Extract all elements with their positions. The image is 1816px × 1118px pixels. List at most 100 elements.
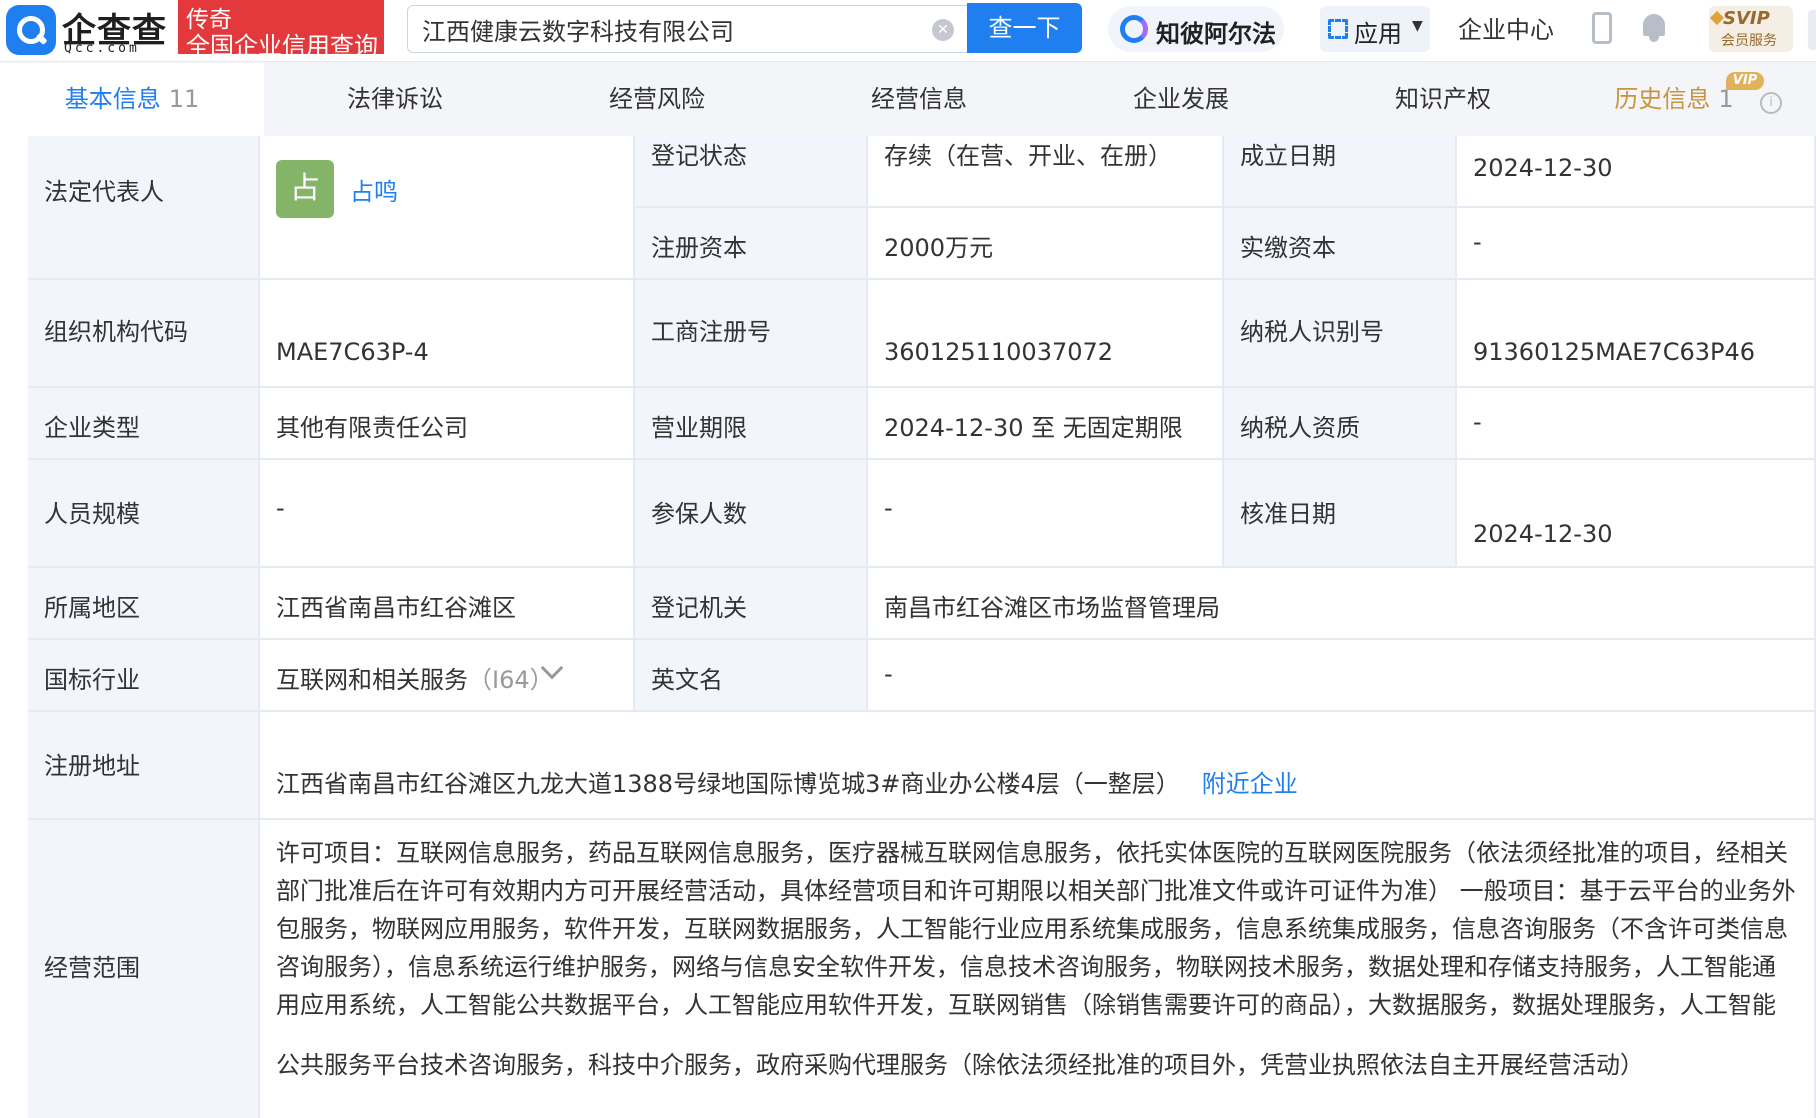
svip-button[interactable]: SVIP 会员服务 (1709, 6, 1793, 52)
avatar[interactable]: 占 (276, 160, 334, 218)
company-type-value: 其他有限责任公司 (276, 414, 468, 442)
value-cell: - (1457, 388, 1816, 460)
approve-date-value: 2024-12-30 (1473, 520, 1613, 548)
value-cell: 2000万元 (868, 208, 1224, 280)
legal-rep-name-link[interactable]: 占鸣 (350, 172, 398, 207)
value-cell: 2024-12-30 (1457, 460, 1816, 568)
reg-status-label: 登记状态 (651, 142, 747, 170)
tab-legal-litigation[interactable]: 法律诉讼 (264, 63, 526, 136)
value-cell: 许可项目：互联网信息服务，药品互联网信息服务，医疗器械互联网信息服务，依托实体医… (260, 820, 1816, 1118)
value-cell: 360125110037072 (868, 280, 1224, 388)
label-cell: 组织机构代码 (28, 280, 260, 388)
notification-bell-icon[interactable] (1641, 12, 1667, 42)
address-value: 江西省南昌市红谷滩区九龙大道1388号绿地国际博览城3#商业办公楼4层（一整层）… (276, 770, 1298, 798)
label-cell: 登记机关 (635, 568, 868, 640)
biz-term-label: 营业期限 (651, 414, 747, 442)
basic-info-panel: 法定代表人 占 占鸣 登记状态 存续（在营、开业、在册） 成立日期 2024-1… (0, 136, 1816, 1118)
tab-business-risk[interactable]: 经营风险 (526, 63, 788, 136)
mobile-app-icon[interactable] (1592, 12, 1612, 44)
staff-size-label: 人员规模 (44, 500, 140, 528)
business-scope-text: 许可项目：互联网信息服务，药品互联网信息服务，医疗器械互联网信息服务，依托实体医… (276, 834, 1800, 1084)
crown-icon (1709, 10, 1725, 26)
logo-subtext: Qcc.com (64, 41, 140, 56)
label-cell: 纳税人资质 (1224, 388, 1457, 460)
biz-reg-no-label: 工商注册号 (651, 318, 771, 346)
value-cell: 存续（在营、开业、在册） (868, 136, 1224, 208)
label-cell: 注册资本 (635, 208, 868, 280)
value-cell: 91360125MAE7C63P46 (1457, 280, 1816, 388)
industry-code: （I64） (468, 666, 554, 694)
tab-label: 基本信息 (64, 85, 161, 113)
svip-subtitle: 会员服务 (1721, 33, 1777, 49)
address-label: 注册地址 (44, 752, 140, 780)
promo-badge[interactable]: 传奇 全国企业信用查询 (178, 0, 384, 60)
tax-qual-value: - (1473, 408, 1482, 436)
svip-title: SVIP (1723, 8, 1770, 29)
enterprise-center-link[interactable]: 企业中心 (1458, 10, 1554, 45)
info-icon[interactable]: i (1760, 92, 1782, 114)
region-value: 江西省南昌市红谷滩区 (276, 594, 516, 622)
tax-id-value[interactable]: 91360125MAE7C63P46 (1473, 338, 1755, 366)
label-cell: 注册地址 (28, 712, 260, 820)
label-cell: 人员规模 (28, 460, 260, 568)
industry-dropdown[interactable]: 互联网和相关服务（I64） (260, 640, 635, 712)
label-cell: 国标行业 (28, 640, 260, 712)
scope-line: 许可项目：互联网信息服务，药品互联网信息服务，医疗器械互联网信息服务，依托实体医… (276, 839, 1788, 867)
tab-development[interactable]: 企业发展 (1050, 63, 1312, 136)
value-cell: 江西省南昌市红谷滩区 (260, 568, 635, 640)
english-name-label: 英文名 (651, 666, 723, 694)
reg-capital-label: 注册资本 (651, 234, 747, 262)
label-cell: 法定代表人 (28, 136, 260, 280)
label-cell: 企业类型 (28, 388, 260, 460)
tab-basic-info[interactable]: 基本信息 11 (0, 63, 264, 136)
value-cell: - (1457, 208, 1816, 280)
tab-ip[interactable]: 知识产权 (1312, 63, 1574, 136)
paid-capital-label: 实缴资本 (1240, 234, 1336, 262)
qcc-logo-icon[interactable] (6, 5, 56, 55)
reg-authority-label: 登记机关 (651, 594, 747, 622)
org-code-label: 组织机构代码 (44, 318, 188, 346)
scope-line: 公共服务平台技术咨询服务，科技中介服务，政府采购代理服务（除依法须经批准的项目外… (276, 1051, 1644, 1079)
reg-status-value: 存续（在营、开业、在册） (884, 142, 1172, 170)
search-button[interactable]: 查一下 (967, 3, 1082, 53)
scope-line: 部门批准后在许可有效期内方可开展经营活动，具体经营项目和许可期限以相关部门批准文… (276, 877, 1796, 905)
section-tabs: 基本信息 11 法律诉讼 经营风险 经营信息 企业发展 知识产权 历史信息 1 (0, 63, 1816, 136)
nearby-companies-link[interactable]: 附近企业 (1202, 770, 1298, 798)
label-cell: 经营范围 (28, 820, 260, 1118)
value-cell: MAE7C63P-4 (260, 280, 635, 388)
value-cell: 2024-12-30 至 无固定期限 (868, 388, 1224, 460)
label-cell: 成立日期 (1224, 136, 1457, 208)
top-bar: 企查查 Qcc.com 传奇 全国企业信用查询 ✕ 查一下 知彼阿尔法 应用 ▼… (0, 0, 1816, 62)
scope-label: 经营范围 (44, 954, 140, 982)
scope-line: 用应用系统，人工智能公共数据平台，人工智能应用软件开发，互联网销售（除销售需要许… (276, 991, 1776, 1019)
tab-business-info[interactable]: 经营信息 (788, 63, 1050, 136)
reg-authority-value: 南昌市红谷滩区市场监督管理局 (884, 594, 1220, 622)
apps-dropdown[interactable]: 应用 ▼ (1320, 6, 1430, 52)
value-cell: 南昌市红谷滩区市场监督管理局 (868, 568, 1816, 640)
clear-icon[interactable]: ✕ (932, 19, 954, 41)
insured-value: - (884, 494, 893, 522)
label-cell: 登记状态 (635, 136, 868, 208)
industry-value: 互联网和相关服务（I64） (276, 666, 554, 694)
tax-qual-label: 纳税人资质 (1240, 414, 1360, 442)
search-input[interactable] (422, 6, 912, 52)
label-cell: 英文名 (635, 640, 868, 712)
label-cell: 参保人数 (635, 460, 868, 568)
side-panel-handle[interactable] (1808, 10, 1816, 50)
english-name-value: - (884, 660, 893, 688)
insured-label: 参保人数 (651, 500, 747, 528)
label-cell: 所属地区 (28, 568, 260, 640)
ai-assistant-button[interactable]: 知彼阿尔法 (1108, 6, 1284, 52)
caret-down-icon: ▼ (1412, 18, 1423, 34)
label-cell: 纳税人识别号 (1224, 280, 1457, 388)
approve-date-label: 核准日期 (1240, 500, 1336, 528)
legal-rep-label: 法定代表人 (44, 178, 164, 206)
label-cell: 核准日期 (1224, 460, 1457, 568)
tab-count: 11 (168, 85, 200, 113)
company-type-label: 企业类型 (44, 414, 140, 442)
org-code-value[interactable]: MAE7C63P-4 (276, 338, 429, 366)
staff-size-value: - (276, 494, 285, 522)
biz-reg-no-value[interactable]: 360125110037072 (884, 338, 1113, 366)
label-cell: 实缴资本 (1224, 208, 1457, 280)
promo-badge-line2: 全国企业信用查询 (186, 32, 378, 60)
